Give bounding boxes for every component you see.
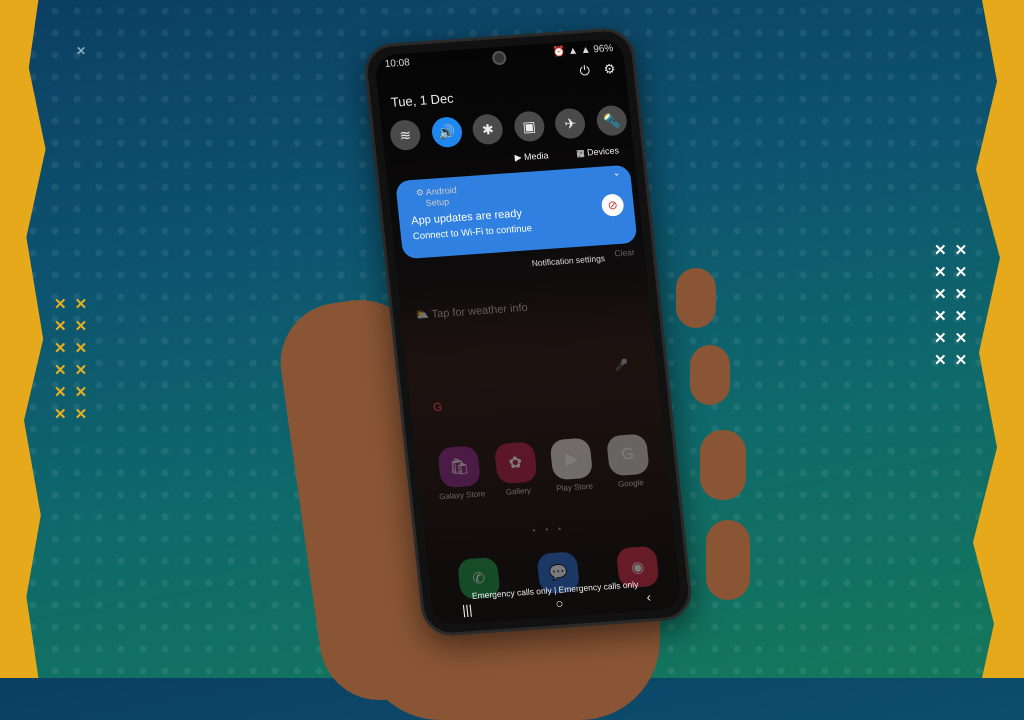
phone-screen: 10:08 ⏰ ▲ ▲ 96% ⏻ ⚙ Tue, 1 Dec ≋ 🔊 ✱ ▣ ✈ 🔦 ▶ M… [373,38,683,626]
weather-widget[interactable]: ⛅ Tap for weather info [415,301,529,322]
date: Tue, 1 Dec [390,90,455,110]
notification-app: Android Setup [425,184,458,209]
devices-button[interactable]: ▦ Devices [576,145,620,159]
front-camera [491,50,507,66]
clock: 10:08 [384,57,411,71]
app-grid: 🛍 Galaxy Store ✿ Gallery ▶ Play Store G Google [429,433,659,502]
weather-icon: ⛅ [414,308,433,322]
microphone-icon[interactable]: 🎤 [614,358,629,372]
home-button[interactable]: ○ [555,596,564,612]
tile-sound[interactable]: 🔊 [430,116,464,149]
page-indicator: • • • [531,523,566,536]
app-icon-image: 🛍 [437,445,482,489]
finger [706,520,750,600]
app-icon[interactable]: G Google [598,433,659,490]
tile-wifi[interactable]: ≋ [388,119,422,152]
finger [676,268,716,328]
cross-pattern-left: ✕✕ ✕✕ ✕✕ ✕✕ ✕✕ ✕✕ [54,296,96,423]
gear-icon[interactable]: ⚙ [603,61,616,78]
google-icon[interactable]: G [432,400,443,415]
tile-flashlight[interactable]: 🔦 [595,104,629,137]
cross-pattern-right: ✕✕ ✕✕ ✕✕ ✕✕ ✕✕ ✕✕ [934,242,976,369]
app-icon-image: ▶ [549,437,594,481]
notification-card[interactable]: ⌄ ⚙ Android Setup App updates are ready … [395,164,638,260]
app-label: Play Store [555,481,594,494]
finger [690,345,730,405]
app-label: Galaxy Store [438,489,486,502]
chevron-down-icon[interactable]: ⌄ [612,167,621,179]
clear-button[interactable]: Clear [614,247,635,258]
app-label: Gallery [505,485,532,497]
finger [700,430,746,500]
app-icon-image: ✿ [493,441,538,485]
tile-airplane[interactable]: ✈ [553,107,587,140]
tile-portrait[interactable]: ▣ [512,110,546,143]
wifi-icon: ≋ [398,126,412,144]
tile-bluetooth[interactable]: ✱ [471,113,505,146]
volume-icon: 🔊 [437,123,457,141]
app-icon[interactable]: ▶ Play Store [542,437,603,494]
rotation-lock-icon: ▣ [521,117,537,135]
bluetooth-icon: ✱ [481,120,495,138]
app-label: Google [617,478,645,489]
flashlight-icon: 🔦 [602,111,622,129]
notification-settings-button[interactable]: Notification settings [531,253,605,268]
app-icon[interactable]: 🛍 Galaxy Store [429,445,490,502]
media-button[interactable]: ▶ Media [514,150,549,163]
back-button[interactable]: ‹ [646,589,652,604]
airplane-icon: ✈ [563,114,578,132]
cross-top-left: ✕ [76,44,95,58]
recents-button[interactable]: ||| [461,602,473,618]
power-icon[interactable]: ⏻ [579,63,591,80]
app-icon[interactable]: ✿ Gallery [486,441,547,498]
quick-settings-tiles: ≋ 🔊 ✱ ▣ ✈ 🔦 [388,104,629,152]
signal-icons: ⏰ ▲ ▲ [552,44,592,59]
battery-level: 96% [592,42,614,56]
app-icon-image: G [605,433,650,477]
